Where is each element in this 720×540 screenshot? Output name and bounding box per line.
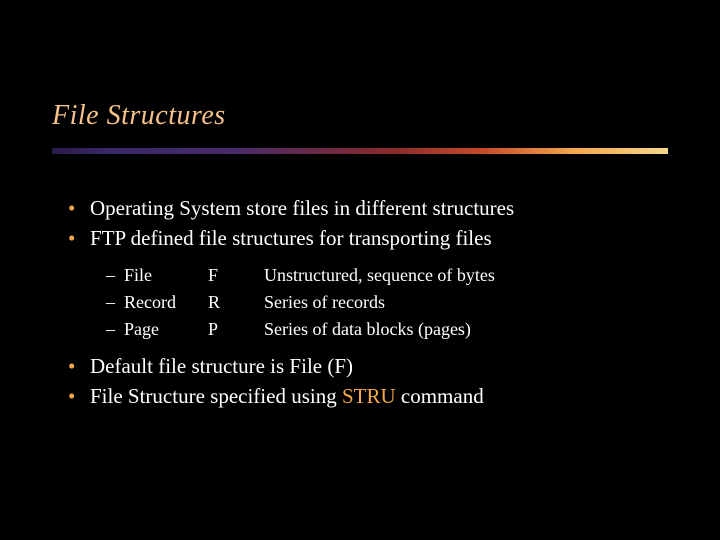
bullet-icon: • <box>68 225 90 253</box>
sub-list: – File F Unstructured, sequence of bytes… <box>68 262 668 343</box>
sub-name: File <box>124 262 208 289</box>
bullet-text: Default file structure is File (F) <box>90 353 668 381</box>
slide-content: • Operating System store files in differ… <box>68 195 668 413</box>
sub-name: Page <box>124 316 208 343</box>
title-underline <box>52 148 668 154</box>
sub-code: R <box>208 289 264 316</box>
slide-title: File Structures <box>52 100 226 132</box>
sub-code: F <box>208 262 264 289</box>
sub-code: P <box>208 316 264 343</box>
sub-item: – File F Unstructured, sequence of bytes <box>106 262 668 289</box>
bullet-3: • Default file structure is File (F) <box>68 353 668 381</box>
dash-icon: – <box>106 289 124 316</box>
slide: File Structures • Operating System store… <box>0 0 720 540</box>
dash-icon: – <box>106 262 124 289</box>
sub-item: – Record R Series of records <box>106 289 668 316</box>
dash-icon: – <box>106 316 124 343</box>
bullet-text: FTP defined file structures for transpor… <box>90 225 668 253</box>
command-name: STRU <box>342 384 396 408</box>
bullet-icon: • <box>68 353 90 381</box>
sub-name: Record <box>124 289 208 316</box>
sub-item: – Page P Series of data blocks (pages) <box>106 316 668 343</box>
bullet-text: File Structure specified using STRU comm… <box>90 383 668 411</box>
sub-desc: Series of data blocks (pages) <box>264 316 668 343</box>
bullet-2: • FTP defined file structures for transp… <box>68 225 668 253</box>
bullet-4-pre: File Structure specified using <box>90 384 342 408</box>
bullet-4-post: command <box>396 384 484 408</box>
bullet-1: • Operating System store files in differ… <box>68 195 668 223</box>
bullet-text: Operating System store files in differen… <box>90 195 668 223</box>
bullet-4: • File Structure specified using STRU co… <box>68 383 668 411</box>
bullet-icon: • <box>68 383 90 411</box>
sub-desc: Series of records <box>264 289 668 316</box>
sub-desc: Unstructured, sequence of bytes <box>264 262 668 289</box>
bullet-icon: • <box>68 195 90 223</box>
